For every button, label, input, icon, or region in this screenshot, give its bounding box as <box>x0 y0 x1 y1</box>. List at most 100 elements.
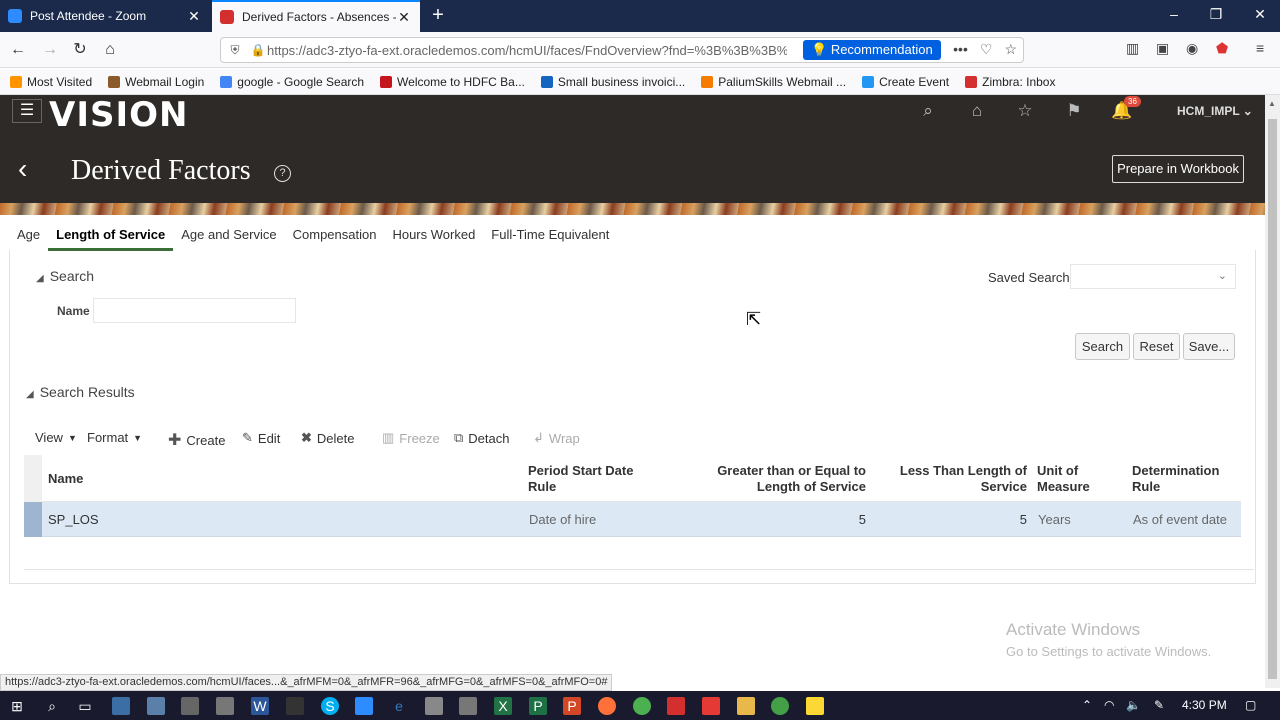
col-period-start-date-rule[interactable]: Period Start Date Rule <box>528 463 633 495</box>
close-icon[interactable]: ✕ <box>396 9 412 26</box>
hamburger-menu-icon[interactable]: ☰ <box>12 99 42 123</box>
file-explorer-icon[interactable] <box>737 697 755 715</box>
oracle-icon[interactable] <box>667 697 685 715</box>
search-icon[interactable]: ⌕ <box>43 697 61 715</box>
home-icon[interactable]: ⌂ <box>965 101 989 121</box>
col-name[interactable]: Name <box>48 471 83 487</box>
clock[interactable]: 4:30 PM <box>1182 698 1227 712</box>
favorites-star-icon[interactable]: ☆ <box>1013 101 1037 121</box>
collapse-triangle-icon[interactable]: ◢ <box>36 273 44 284</box>
edge-icon[interactable]: e <box>390 697 408 715</box>
detach-button[interactable]: ⧉ Detach <box>454 430 510 446</box>
wrap-button[interactable]: ↲ Wrap <box>533 430 580 446</box>
new-tab-icon[interactable]: + <box>428 4 448 27</box>
zoom-icon[interactable] <box>355 697 373 715</box>
library-icon[interactable]: ▥ <box>1126 40 1139 57</box>
cell-name[interactable]: SP_LOS <box>48 512 99 527</box>
col-greater-than-or-equal[interactable]: Greater than or Equal to Length of Servi… <box>688 463 866 495</box>
bookmark-zimbra[interactable]: Zimbra: Inbox <box>965 75 1055 89</box>
sticky-notes-icon[interactable] <box>806 697 824 715</box>
home-icon[interactable]: ⌂ <box>100 40 120 60</box>
bookmark-webmail[interactable]: Webmail Login <box>108 75 204 89</box>
url-text[interactable]: https://adc3-ztyo-fa-ext.oracledemos.com… <box>267 43 787 58</box>
window-close-icon[interactable]: ✕ <box>1250 6 1270 23</box>
terminal-icon[interactable] <box>286 697 304 715</box>
account-icon[interactable]: ◉ <box>1186 40 1198 57</box>
table-row[interactable]: SP_LOS Date of hire 5 5 Years As of even… <box>24 502 1241 537</box>
delete-button[interactable]: ✖ Delete <box>301 430 354 446</box>
col-determination-rule[interactable]: Determination Rule <box>1132 463 1219 495</box>
bookmark-create-event[interactable]: Create Event <box>862 75 949 89</box>
tab-compensation[interactable]: Compensation <box>285 215 385 251</box>
app-icon[interactable] <box>216 697 234 715</box>
excel-icon[interactable]: X <box>494 697 512 715</box>
minimize-icon[interactable]: – <box>1164 6 1184 22</box>
back-arrow-icon[interactable]: ‹ <box>18 153 27 185</box>
reset-button[interactable]: Reset <box>1133 333 1180 360</box>
help-icon[interactable]: ? <box>274 165 291 182</box>
more-icon[interactable]: ••• <box>953 41 968 58</box>
chrome-icon[interactable] <box>633 697 651 715</box>
pdf-icon[interactable] <box>702 697 720 715</box>
view-menu[interactable]: View ▼ <box>35 430 77 445</box>
col-less-than-length[interactable]: Less Than Length of Service <box>876 463 1027 495</box>
tab-age-and-service[interactable]: Age and Service <box>173 215 284 251</box>
volume-icon[interactable]: 🔈 <box>1126 698 1141 712</box>
user-menu[interactable]: HCM_IMPL ⌄ <box>1177 104 1253 118</box>
format-menu[interactable]: Format ▼ <box>87 430 142 445</box>
addon-icon[interactable]: ⬟ <box>1216 40 1228 57</box>
search-icon[interactable]: ⌕ <box>916 101 940 121</box>
col-unit-of-measure[interactable]: Unit of Measure <box>1037 463 1090 495</box>
powerpoint-icon[interactable]: P <box>563 697 581 715</box>
maximize-icon[interactable]: ❐ <box>1206 6 1226 23</box>
scroll-thumb[interactable] <box>1268 119 1277 679</box>
app-icon[interactable] <box>112 697 130 715</box>
browser-tab-derived-factors[interactable]: Derived Factors - Absences - Or ✕ <box>212 0 420 32</box>
search-section-header[interactable]: ◢ Search <box>36 268 94 284</box>
search-results-header[interactable]: ◢ Search Results <box>26 384 135 400</box>
reload-icon[interactable]: ↻ <box>70 40 90 60</box>
tray-chevron-icon[interactable]: ⌃ <box>1082 698 1092 712</box>
tab-age[interactable]: Age <box>9 215 48 251</box>
store-icon[interactable] <box>181 697 199 715</box>
skype-icon[interactable]: S <box>321 697 339 715</box>
app-icon[interactable] <box>425 697 443 715</box>
saved-search-select[interactable]: ⌄ <box>1070 264 1236 289</box>
collapse-triangle-icon[interactable]: ◢ <box>26 389 34 400</box>
search-button[interactable]: Search <box>1075 333 1130 360</box>
tab-hours-worked[interactable]: Hours Worked <box>384 215 483 251</box>
forward-icon[interactable]: → <box>40 40 60 60</box>
edit-button[interactable]: ✎ Edit <box>242 430 280 446</box>
app-icon[interactable] <box>147 697 165 715</box>
bookmark-google[interactable]: google - Google Search <box>220 75 364 89</box>
freeze-button[interactable]: ▥ Freeze <box>382 430 440 446</box>
tab-full-time-equivalent[interactable]: Full-Time Equivalent <box>483 215 617 251</box>
recommendation-button[interactable]: 💡 Recommendation <box>803 40 941 60</box>
save-button[interactable]: Save... <box>1183 333 1235 360</box>
notifications-icon[interactable]: ▢ <box>1245 698 1256 712</box>
windows-start-icon[interactable]: ⊞ <box>8 697 26 715</box>
calculator-icon[interactable] <box>459 697 477 715</box>
scroll-up-icon[interactable]: ▲ <box>1268 99 1276 108</box>
bookmark-small-business[interactable]: Small business invoici... <box>540 75 685 89</box>
flag-icon[interactable]: ⚑ <box>1062 101 1086 121</box>
prepare-in-workbook-button[interactable]: Prepare in Workbook <box>1112 155 1244 183</box>
name-field[interactable] <box>93 298 296 323</box>
tab-length-of-service[interactable]: Length of Service <box>48 215 174 251</box>
pocket-icon[interactable]: ♡ <box>980 41 993 58</box>
create-button[interactable]: ✚ Create <box>168 430 225 450</box>
bookmark-star-icon[interactable]: ☆ <box>1004 41 1017 58</box>
bookmark-most-visited[interactable]: Most Visited <box>10 75 92 89</box>
bookmark-paliumskills[interactable]: PaliumSkills Webmail ... <box>701 75 846 89</box>
row-selector[interactable] <box>24 502 42 537</box>
browser-tab-zoom[interactable]: Post Attendee - Zoom ✕ <box>0 0 210 32</box>
back-icon[interactable]: ← <box>8 40 28 60</box>
app-icon[interactable] <box>771 697 789 715</box>
page-scrollbar[interactable]: ▲ <box>1265 95 1280 688</box>
bookmark-hdfc[interactable]: Welcome to HDFC Ba... <box>380 75 525 89</box>
project-icon[interactable]: P <box>529 697 547 715</box>
pen-icon[interactable]: ✎ <box>1154 698 1164 712</box>
menu-icon[interactable]: ≡ <box>1256 40 1264 56</box>
sidebar-icon[interactable]: ▣ <box>1156 40 1169 57</box>
wifi-icon[interactable]: ◠ <box>1104 698 1114 712</box>
